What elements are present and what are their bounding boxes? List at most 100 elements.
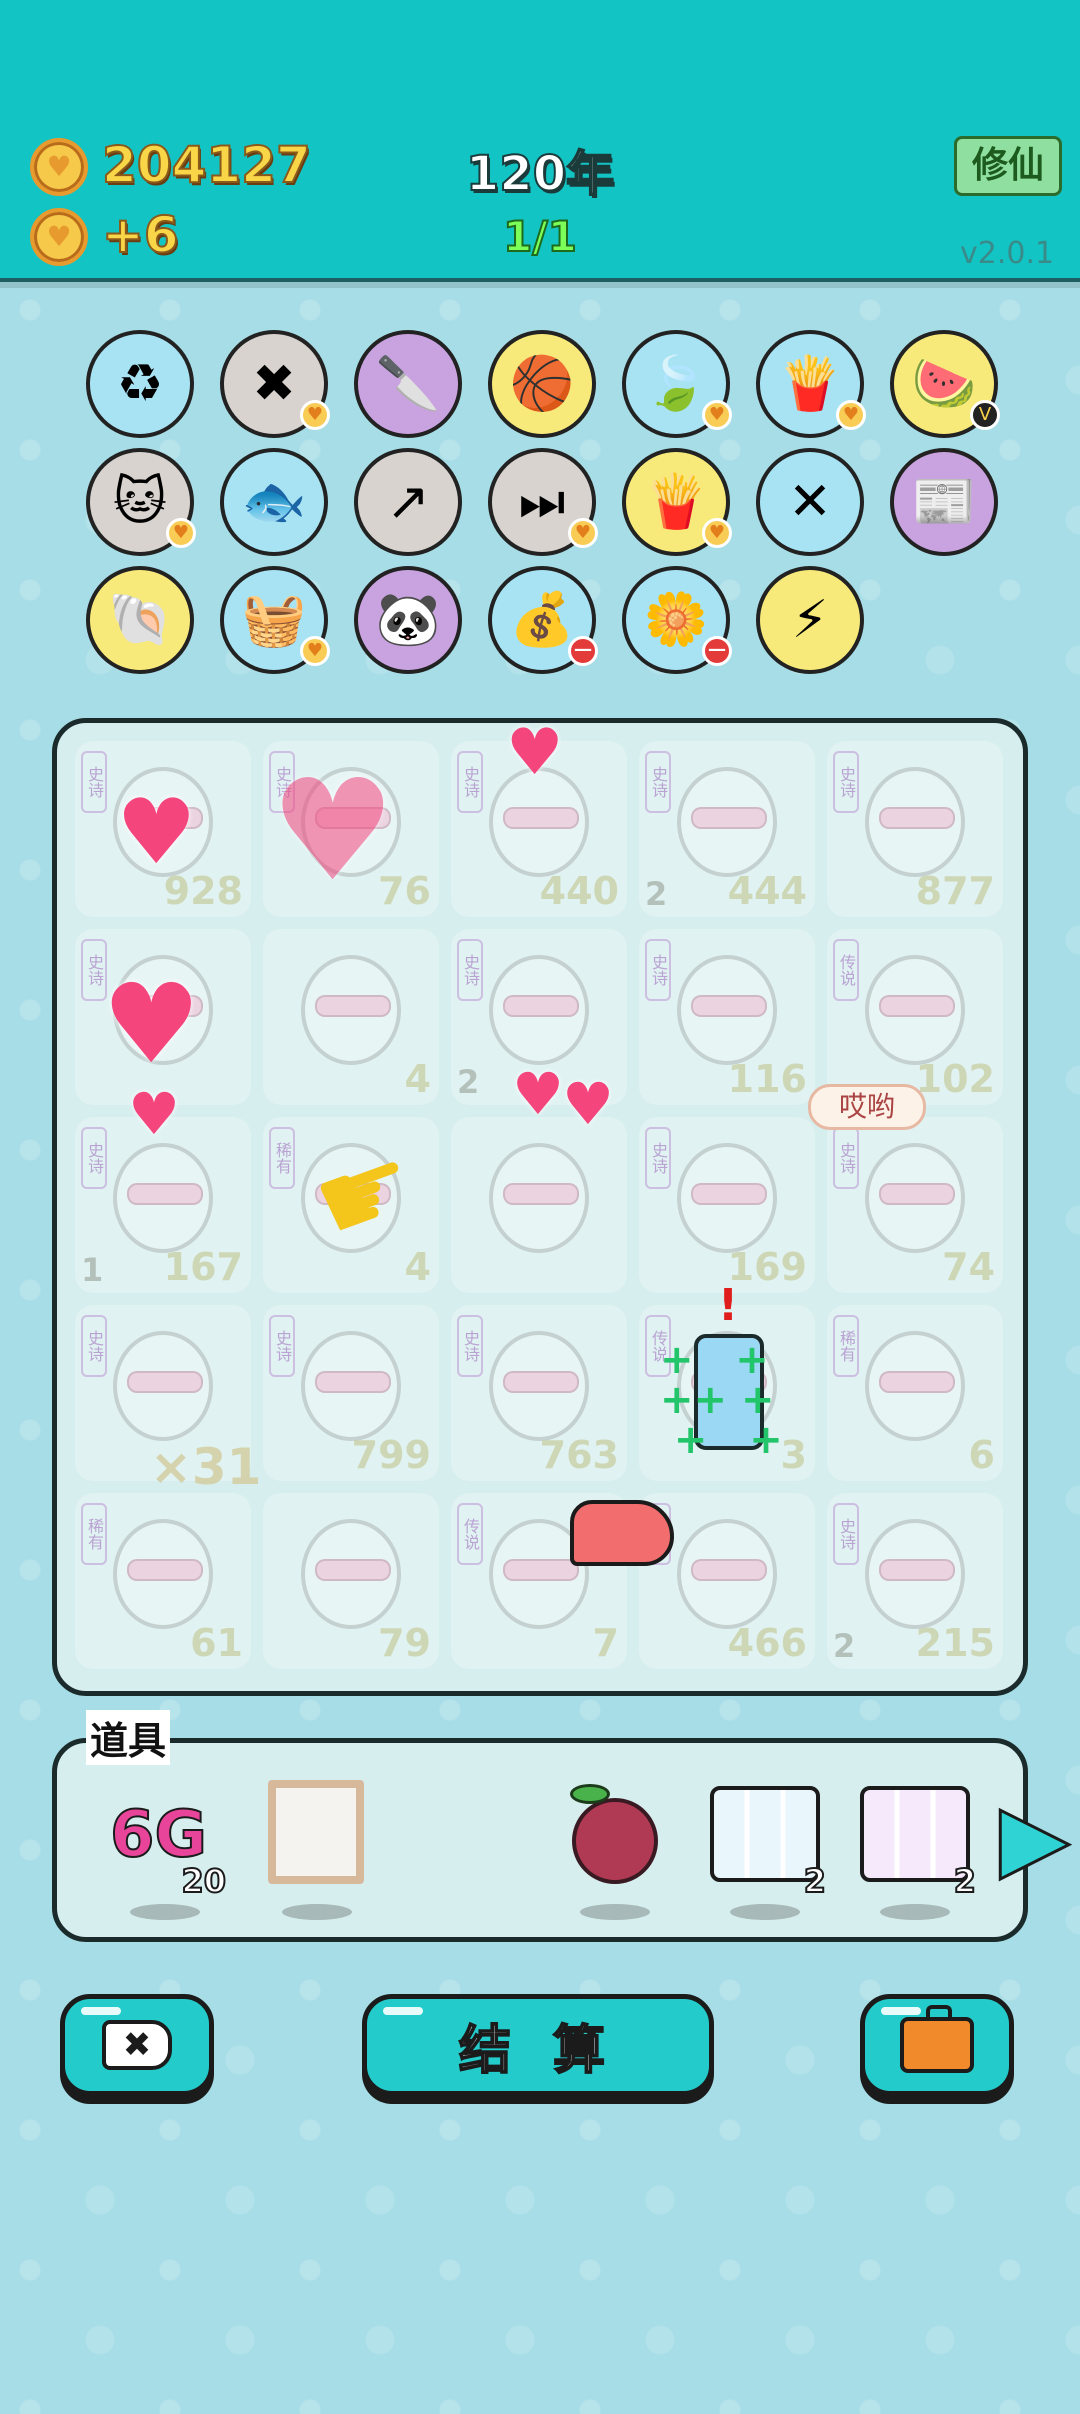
board-cell[interactable]: 稀有 6 (827, 1305, 1003, 1481)
glasses-icon (879, 1371, 955, 1393)
board-cell[interactable]: 史诗 877 (827, 741, 1003, 917)
character-face-icon (113, 1331, 213, 1441)
props-title: 道具 (86, 1710, 171, 1765)
cell-value: 7 (592, 1621, 619, 1665)
prop-epic-slot-card[interactable]: 2 (860, 1780, 977, 1920)
prop-count: 20 (180, 1861, 227, 1901)
panda-icon[interactable]: 🐼 (354, 566, 462, 674)
speech-bubble: 哎哟 (808, 1084, 926, 1130)
lychee-icon (572, 1798, 658, 1884)
heart-badge-icon: ♥ (702, 518, 732, 548)
skill-glyph: 🍟 (643, 472, 709, 532)
prop-rare-slot-card[interactable]: 2 (710, 1780, 827, 1920)
cultivation-button[interactable]: 修仙 (954, 136, 1062, 196)
rarity-tag: 史诗 (457, 1315, 483, 1377)
board-cell[interactable]: 史诗 799 (263, 1305, 439, 1481)
skill-glyph: 🍃 (643, 354, 709, 414)
glasses-icon (879, 1559, 955, 1581)
skill-glyph: 🍟 (777, 354, 843, 414)
settle-button[interactable]: 结 算 (362, 1994, 714, 2096)
rarity-tag: 史诗 (457, 939, 483, 1001)
character-face-icon (677, 767, 777, 877)
cell-value: 61 (190, 1621, 243, 1665)
cell-level: 2 (645, 875, 668, 913)
heart-effect: ♥ (562, 1070, 614, 1138)
board-cell[interactable]: 4 (263, 929, 439, 1105)
cell-level: 1 (81, 1251, 104, 1289)
lychee-leaf-icon (570, 1784, 610, 1804)
cell-value: 444 (727, 869, 807, 913)
board-cell[interactable]: 史诗 74 (827, 1117, 1003, 1293)
heart-badge-icon: ♥ (300, 636, 330, 666)
heart-badge-icon: ♥ (702, 400, 732, 430)
character-face-icon (301, 1519, 401, 1629)
next-arrow-icon[interactable]: ▶ (999, 1786, 1071, 1889)
alert-icon: ! (718, 1280, 739, 1331)
glasses-icon (879, 807, 955, 829)
prop-6g-card[interactable]: 6G 20 (109, 1780, 227, 1920)
skill-glyph: ⚡ (791, 590, 829, 650)
button-shine (881, 2007, 921, 2015)
rarity-tag: 史诗 (457, 751, 483, 813)
prop-shadow (880, 1904, 950, 1920)
coin-income: +6 (101, 205, 180, 265)
board-cell[interactable]: 史诗 763 (451, 1305, 627, 1481)
glasses-icon (691, 807, 767, 829)
board-cell[interactable]: 79 (263, 1493, 439, 1669)
briefcase-button[interactable] (860, 1994, 1014, 2096)
cleaver-icon[interactable]: 🔪 (354, 330, 462, 438)
heart-badge-icon: ♥ (836, 400, 866, 430)
character-face-icon (489, 955, 589, 1065)
character-face-icon (677, 1519, 777, 1629)
prop-shadow (580, 1904, 650, 1920)
skill-glyph: 🐱 (112, 472, 168, 532)
game-board: 史诗 928 史诗 76 史诗 440 史诗 444 2 史诗 877 史诗 4 史诗 2 史诗 116 传说 10… (52, 718, 1028, 1696)
board-cell[interactable]: 史诗 444 2 (639, 741, 815, 917)
glasses-icon (315, 995, 391, 1017)
trash-recycle-icon[interactable]: ♻ (86, 330, 194, 438)
glasses-icon (315, 1559, 391, 1581)
rarity-tag: 稀有 (81, 1503, 107, 1565)
sticks-icon[interactable]: ✕ (756, 448, 864, 556)
cell-value: 440 (539, 869, 619, 913)
prop-count: 2 (803, 1861, 827, 1901)
character-face-icon (865, 1519, 965, 1629)
character-face-icon (865, 955, 965, 1065)
arrow-up-right-icon[interactable]: ↗ (354, 448, 462, 556)
lightning-icon[interactable]: ⚡ (756, 566, 864, 674)
glasses-icon (127, 1183, 203, 1205)
character-face-icon (865, 767, 965, 877)
character-face-icon (113, 1519, 213, 1629)
photo-frame-icon (268, 1780, 364, 1884)
cell-value: 3 (780, 1433, 807, 1477)
fish-bowl-icon[interactable]: 🐟 (220, 448, 328, 556)
income-coin-icon: ♥ (30, 208, 88, 266)
board-cell[interactable]: 史诗 215 2 (827, 1493, 1003, 1669)
version-label: v2.0.1 (960, 236, 1055, 271)
close-button[interactable]: ✖ (60, 1994, 214, 2096)
shell-icon[interactable]: 🐚 (86, 566, 194, 674)
heart-effect: ♥ (512, 1060, 564, 1128)
cell-value: 169 (727, 1245, 807, 1289)
board-cell[interactable]: 传说 102 (827, 929, 1003, 1105)
rarity-tag: 史诗 (645, 1127, 671, 1189)
board-cell[interactable]: 史诗 169 (639, 1117, 815, 1293)
button-shine (81, 2007, 121, 2015)
basketballs-icon[interactable]: 🏀 (488, 330, 596, 438)
cell-value: 167 (163, 1245, 243, 1289)
prop-photo-frame[interactable] (262, 1780, 372, 1920)
rarity-tag: 传说 (457, 1503, 483, 1565)
time-magazine-icon[interactable]: 📰 (890, 448, 998, 556)
board-cell[interactable] (451, 1117, 627, 1293)
board-cell[interactable]: 稀有 61 (75, 1493, 251, 1669)
board-cell[interactable]: 史诗 116 (639, 929, 815, 1105)
glasses-icon (503, 1183, 579, 1205)
rarity-tag: 史诗 (833, 1127, 859, 1189)
skill-glyph: 🌼 (643, 590, 709, 650)
cell-level: 2 (457, 1063, 480, 1101)
header-shadow (0, 282, 1080, 288)
skill-glyph: ✕ (788, 472, 832, 532)
rarity-tag: 史诗 (833, 751, 859, 813)
cell-value: 799 (351, 1433, 431, 1477)
prop-lychee[interactable] (560, 1780, 670, 1920)
